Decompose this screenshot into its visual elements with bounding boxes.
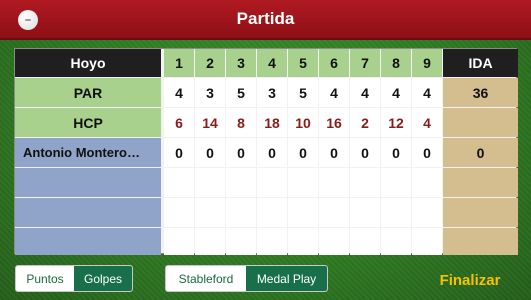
player-score-3[interactable]: 0	[226, 138, 256, 167]
hole-number-1: 1	[164, 49, 194, 77]
player-score-1[interactable]: 0	[164, 138, 194, 167]
empty-score-cell[interactable]	[381, 198, 411, 227]
hole-number-8: 8	[381, 49, 411, 77]
hcp-value-5: 10	[288, 108, 318, 137]
empty-score-cell[interactable]	[350, 168, 380, 197]
empty-score-cell[interactable]	[288, 198, 318, 227]
hcp-value-3: 8	[226, 108, 256, 137]
empty-score-cell[interactable]	[319, 198, 349, 227]
hcp-total	[443, 108, 518, 137]
hcp-value-8: 12	[381, 108, 411, 137]
empty-score-cell[interactable]	[195, 198, 225, 227]
empty-total-cell	[443, 198, 518, 227]
hcp-value-1: 6	[164, 108, 194, 137]
finish-button[interactable]: Finalizar	[432, 270, 508, 290]
game-mode-toggle: Stableford Medal Play	[165, 265, 328, 292]
par-value-7: 4	[350, 78, 380, 107]
empty-score-cell[interactable]	[226, 168, 256, 197]
hcp-value-9: 4	[412, 108, 442, 137]
player-name[interactable]: Antonio Montero…	[15, 138, 161, 167]
hcp-value-6: 16	[319, 108, 349, 137]
player-score-6[interactable]: 0	[319, 138, 349, 167]
game-mode-medal-play[interactable]: Medal Play	[246, 266, 327, 291]
empty-score-cell[interactable]	[257, 168, 287, 197]
empty-score-cell[interactable]	[350, 198, 380, 227]
empty-score-cell[interactable]	[412, 198, 442, 227]
empty-score-cell[interactable]	[381, 228, 411, 255]
app-header: Partida	[0, 0, 531, 40]
empty-score-cell[interactable]	[319, 168, 349, 197]
empty-total-cell	[443, 168, 518, 197]
empty-score-cell[interactable]	[226, 228, 256, 255]
hcp-value-4: 18	[257, 108, 287, 137]
hcp-value-7: 2	[350, 108, 380, 137]
score-mode-toggle: Puntos Golpes	[15, 265, 133, 292]
total-header: IDA	[443, 49, 518, 77]
empty-score-cell[interactable]	[164, 228, 194, 255]
par-value-3: 5	[226, 78, 256, 107]
empty-score-cell[interactable]	[381, 168, 411, 197]
score-mode-puntos[interactable]: Puntos	[16, 266, 74, 291]
empty-score-cell[interactable]	[412, 228, 442, 255]
empty-score-cell[interactable]	[195, 228, 225, 255]
empty-score-cell[interactable]	[257, 228, 287, 255]
empty-score-cell[interactable]	[164, 198, 194, 227]
par-value-9: 4	[412, 78, 442, 107]
player-score-2[interactable]: 0	[195, 138, 225, 167]
player-total: 0	[443, 138, 518, 167]
par-value-6: 4	[319, 78, 349, 107]
hole-number-9: 9	[412, 49, 442, 77]
hole-number-4: 4	[257, 49, 287, 77]
empty-score-cell[interactable]	[350, 228, 380, 255]
empty-score-cell[interactable]	[195, 168, 225, 197]
hole-number-6: 6	[319, 49, 349, 77]
par-value-8: 4	[381, 78, 411, 107]
page-title: Partida	[236, 9, 295, 28]
player-score-4[interactable]: 0	[257, 138, 287, 167]
par-value-1: 4	[164, 78, 194, 107]
par-total: 36	[443, 78, 518, 107]
par-label: PAR	[15, 78, 161, 107]
hole-number-2: 2	[195, 49, 225, 77]
par-value-5: 5	[288, 78, 318, 107]
empty-score-cell[interactable]	[288, 228, 318, 255]
empty-score-cell[interactable]	[164, 168, 194, 197]
player-score-5[interactable]: 0	[288, 138, 318, 167]
hole-number-3: 3	[226, 49, 256, 77]
player-score-8[interactable]: 0	[381, 138, 411, 167]
scorecard: Hoyo 1 2 3 4 5 6 7 8 9 IDA PAR 4 3 5 3 5 4 4 4 4 36 HCP 6 14 8 18 1…	[14, 48, 518, 255]
empty-total-cell	[443, 228, 518, 255]
empty-score-cell[interactable]	[288, 168, 318, 197]
empty-score-cell[interactable]	[319, 228, 349, 255]
hcp-value-2: 14	[195, 108, 225, 137]
empty-score-cell[interactable]	[226, 198, 256, 227]
empty-score-cell[interactable]	[412, 168, 442, 197]
empty-player-slot[interactable]	[15, 198, 161, 227]
empty-player-slot[interactable]	[15, 228, 161, 255]
player-score-7[interactable]: 0	[350, 138, 380, 167]
hole-number-5: 5	[288, 49, 318, 77]
par-value-4: 3	[257, 78, 287, 107]
empty-player-slot[interactable]	[15, 168, 161, 197]
game-mode-stableford[interactable]: Stableford	[166, 266, 246, 291]
hole-header: Hoyo	[15, 49, 161, 77]
score-mode-golpes[interactable]: Golpes	[74, 266, 132, 291]
player-score-9[interactable]: 0	[412, 138, 442, 167]
hcp-label: HCP	[15, 108, 161, 137]
empty-score-cell[interactable]	[257, 198, 287, 227]
hole-number-7: 7	[350, 49, 380, 77]
par-value-2: 3	[195, 78, 225, 107]
